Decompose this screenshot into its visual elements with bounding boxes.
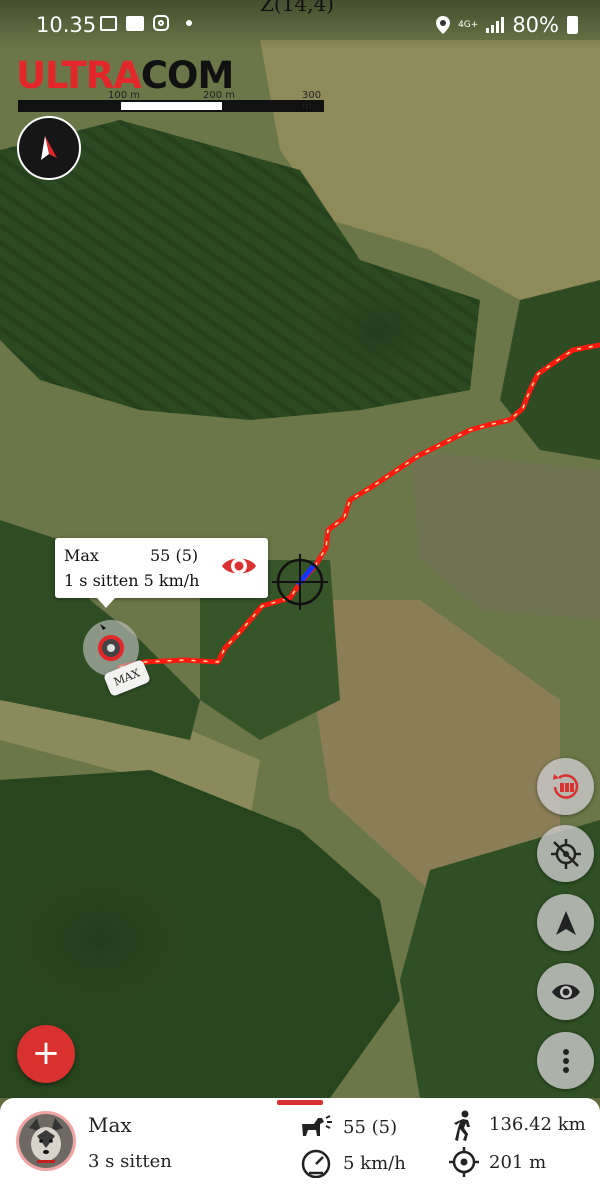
eye-icon — [551, 984, 580, 999]
last-update-status: 3 s sitten — [88, 1151, 172, 1172]
scale-label: 200 m — [203, 90, 236, 101]
target-distance-icon — [449, 1147, 479, 1177]
location-icon — [436, 16, 451, 34]
add-button[interactable]: + — [17, 1025, 75, 1083]
drag-handle[interactable] — [277, 1100, 323, 1105]
gallery-icon — [100, 15, 117, 31]
message-icon — [126, 15, 144, 31]
notification-dot-icon — [186, 20, 192, 26]
dog-info-popup[interactable]: Max 55 (5) 1 s sitten 5 km/h — [55, 538, 268, 608]
visibility-button[interactable] — [537, 963, 594, 1020]
walking-person-icon — [454, 1110, 470, 1141]
clock: 10.35 — [36, 13, 97, 37]
status-bar: 10.35 Z(14,4) 4G+ 80% — [0, 0, 600, 50]
scale-label: 100 m — [108, 90, 141, 101]
compass-button[interactable] — [17, 116, 81, 180]
track-history-button[interactable] — [537, 758, 594, 815]
navigation-button[interactable] — [537, 894, 594, 951]
track-history-icon — [552, 773, 578, 799]
map-scale-bar: 100 m 200 m 300 m — [18, 90, 324, 112]
location-off-button[interactable] — [537, 825, 594, 882]
zoom-label: Z(14,4) — [260, 0, 335, 16]
instagram-icon — [153, 15, 169, 31]
dog-avatar[interactable] — [16, 1111, 76, 1171]
popup-status: 1 s sitten 5 km/h — [64, 571, 200, 590]
scale-label: 300 m — [302, 90, 322, 112]
compass-needle-icon — [41, 136, 57, 160]
total-distance: 136.42 km — [489, 1114, 586, 1135]
speedometer-icon — [301, 1149, 331, 1178]
bark-count: 55 (5) — [343, 1117, 398, 1138]
dog-summary-panel[interactable]: Max 3 s sitten 55 (5) 5 km/h 136.42 km 2… — [0, 1098, 600, 1188]
barking-dog-icon — [302, 1115, 332, 1136]
more-options-button[interactable] — [537, 1032, 594, 1089]
network-type: 4G+ — [458, 19, 479, 30]
battery-icon — [567, 16, 578, 34]
navigation-arrow-icon — [555, 910, 576, 935]
more-vertical-icon — [562, 1048, 569, 1073]
popup-dog-name: Max — [64, 546, 99, 565]
signal-icon — [486, 17, 505, 33]
distance-to-dog: 201 m — [489, 1152, 547, 1173]
battery-percent: 80% — [512, 13, 559, 37]
speed-value: 5 km/h — [343, 1153, 406, 1174]
popup-bark-count: 55 (5) — [150, 546, 199, 565]
dog-name: Max — [88, 1113, 132, 1137]
eye-icon[interactable] — [220, 550, 258, 582]
location-off-icon — [550, 838, 581, 869]
